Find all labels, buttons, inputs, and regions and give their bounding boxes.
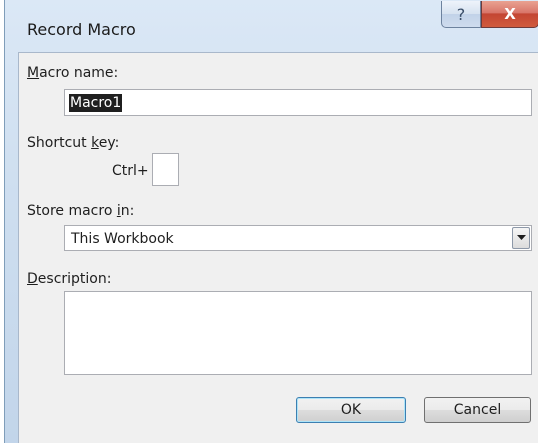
cancel-button[interactable]: Cancel — [424, 397, 531, 423]
store-macro-in-value: This Workbook — [71, 231, 174, 247]
record-macro-dialog: Record Macro ? X Macro name: Macro1 Shor… — [4, 0, 538, 443]
help-button[interactable]: ? — [441, 1, 481, 28]
shortcut-key-label: Shortcut key: — [27, 135, 120, 151]
chevron-down-icon — [516, 235, 526, 240]
title-bar[interactable]: Record Macro ? X — [5, 0, 538, 52]
store-macro-in-label: Store macro in: — [27, 203, 135, 219]
ok-button[interactable]: OK — [296, 397, 406, 423]
dialog-body: Macro name: Macro1 Shortcut key: Ctrl+ S… — [18, 52, 538, 443]
description-label: Description: — [27, 271, 112, 287]
description-textarea[interactable] — [64, 291, 532, 375]
close-icon: X — [504, 5, 516, 23]
ctrl-prefix-label: Ctrl+ — [112, 163, 149, 179]
close-button[interactable]: X — [481, 1, 538, 28]
macro-name-input[interactable]: Macro1 — [64, 89, 532, 116]
store-macro-in-select[interactable]: This Workbook — [64, 225, 532, 251]
macro-name-label: Macro name: — [27, 65, 119, 81]
macro-name-value: Macro1 — [69, 94, 123, 112]
dropdown-arrow-button[interactable] — [512, 227, 530, 249]
shortcut-key-input[interactable] — [152, 153, 179, 186]
help-icon: ? — [456, 4, 466, 24]
dialog-title: Record Macro — [27, 20, 136, 39]
